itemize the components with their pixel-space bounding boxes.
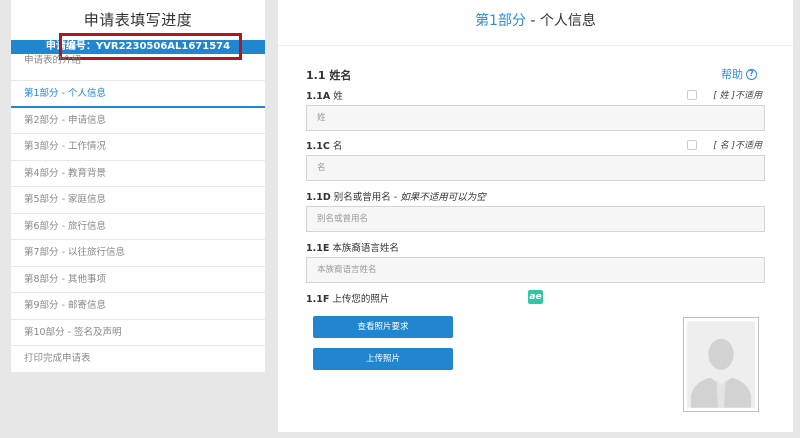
nav-item-part-3[interactable]: 第3部分 - 工作情况 (11, 134, 265, 161)
nav-item-part-7[interactable]: 第7部分 - 以往旅行信息 (11, 240, 265, 267)
nav-item-part-4[interactable]: 第4部分 - 教育背景 (11, 161, 265, 187)
alias-label: 1.1D 别名或曾用名 - 如果不适用可以为空 (306, 189, 486, 203)
question-circle-icon[interactable]: ? (746, 68, 757, 80)
surname-na-label: [ 姓 ]不适用 (713, 91, 762, 101)
photo-text: 上传您的照片 (329, 294, 390, 305)
given-name-na-label: [ 名 ]不适用 (713, 141, 762, 151)
nav-item-part-9[interactable]: 第9部分 - 邮寄信息 (11, 293, 265, 320)
native-name-label: 1.1E 本族裔语言姓名 (306, 240, 399, 254)
page-title-part: 第1部分 (475, 13, 526, 29)
native-name-text: 本族裔语言姓名 (329, 243, 399, 254)
given-name-input[interactable]: 名 (306, 155, 765, 181)
person-silhouette-icon (687, 321, 755, 408)
native-name-code: 1.1E (306, 243, 330, 254)
given-name-na[interactable]: [ 名 ]不适用 (687, 138, 762, 151)
nav-item-part-1[interactable]: 第1部分 - 个人信息 (11, 81, 265, 108)
alias-hint: 如果不适用可以为空 (400, 192, 486, 203)
surname-input[interactable]: 姓 (306, 105, 765, 131)
alias-text: 别名或曾用名 - (330, 192, 401, 203)
given-name-label: 1.1C 名 (306, 138, 342, 152)
help-label: 帮助 (721, 68, 743, 81)
upload-photo-button[interactable]: 上传照片 (313, 348, 453, 370)
native-name-input[interactable]: 本族裔语言姓名 (306, 257, 765, 283)
nav-item-print[interactable]: 打印完成申请表 (11, 346, 265, 373)
given-name-na-checkbox[interactable] (687, 139, 698, 150)
surname-text: 姓 (330, 91, 343, 102)
photo-label: 1.1F 上传您的照片 (306, 291, 389, 305)
ae-extension-icon[interactable]: ae (528, 290, 543, 304)
surname-label: 1.1A 姓 (306, 88, 343, 102)
given-name-code: 1.1C (306, 141, 330, 152)
surname-na-checkbox[interactable] (687, 89, 698, 100)
surname-na[interactable]: [ 姓 ]不适用 (687, 88, 762, 101)
alias-code: 1.1D (306, 192, 331, 203)
given-name-text: 名 (329, 141, 343, 152)
nav-item-part-8[interactable]: 第8部分 - 其他事项 (11, 267, 265, 293)
alias-input[interactable]: 别名或曾用名 (306, 206, 765, 232)
nav-item-intro[interactable]: 申请表的介绍 (11, 54, 265, 81)
page-title-rest: - 个人信息 (525, 13, 596, 29)
progress-sidebar: 申请表填写进度 申请编号：YVR2230506AL1671574 申请表的介绍 … (11, 0, 265, 373)
photo-code: 1.1F (306, 294, 330, 305)
nav-item-part-10[interactable]: 第10部分 - 签名及声明 (11, 320, 265, 346)
nav-item-part-5[interactable]: 第5部分 - 家庭信息 (11, 187, 265, 214)
help-link[interactable]: 帮助 ? (721, 66, 757, 82)
section-title: 1.1 姓名 (306, 69, 352, 82)
nav-item-part-6[interactable]: 第6部分 - 旅行信息 (11, 214, 265, 240)
form-panel: 第1部分 - 个人信息 1.1 姓名 帮助 ? 1.1A 姓 [ 姓 ]不适用 … (278, 0, 793, 432)
section-nav: 申请表的介绍 第1部分 - 个人信息 第2部分 - 申请信息 第3部分 - 工作… (11, 54, 265, 373)
nav-item-part-2[interactable]: 第2部分 - 申请信息 (11, 108, 265, 134)
surname-code: 1.1A (306, 91, 331, 102)
view-photo-requirements-button[interactable]: 查看照片要求 (313, 316, 453, 338)
photo-placeholder (683, 317, 759, 412)
page-title: 第1部分 - 个人信息 (278, 0, 793, 46)
